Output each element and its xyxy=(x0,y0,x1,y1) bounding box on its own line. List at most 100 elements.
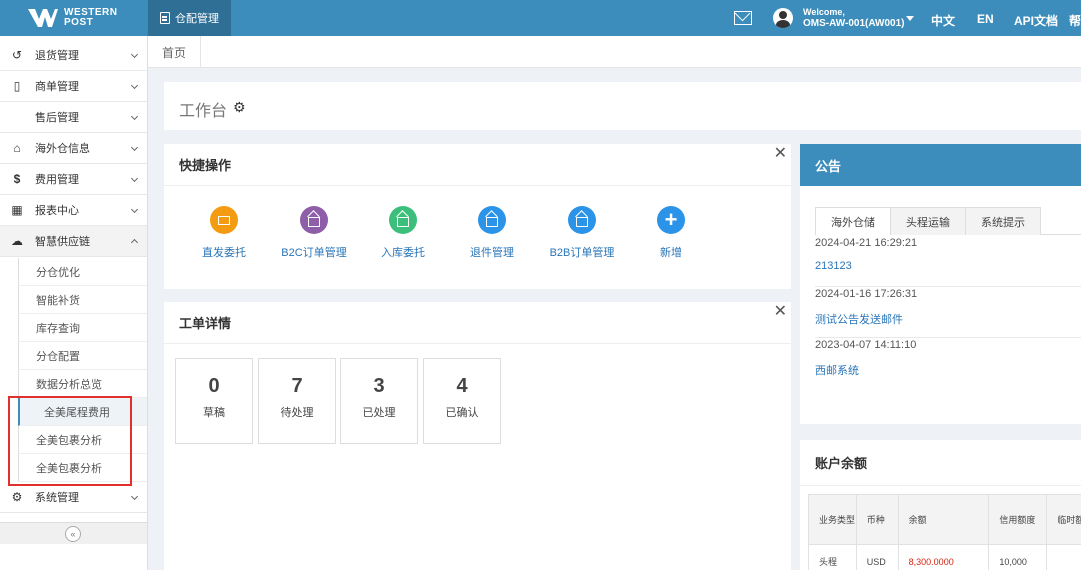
chevron-down-icon xyxy=(130,143,139,152)
notice-item: 2023-04-07 14:11:10 西邮系统 xyxy=(815,338,1081,389)
module-tab-label: 仓配管理 xyxy=(175,13,219,25)
balance-panel: 账户余额 业务类型 币种 余额 信用额度 临时额度 头程 USD 8,300.0… xyxy=(800,440,1081,570)
breadcrumb-home-tab[interactable]: 首页 xyxy=(148,36,201,68)
table-header-row: 业务类型 币种 余额 信用额度 临时额度 xyxy=(808,494,1081,545)
settings-gear-icon[interactable]: ⚙ xyxy=(233,99,246,116)
tab-system-notice[interactable]: 系统提示 xyxy=(965,207,1041,235)
notice-link[interactable]: 西邮系统 xyxy=(815,362,1081,378)
quick-inbound-delegate-button[interactable]: 入库委托 xyxy=(358,206,448,260)
page-title: 工作台 xyxy=(179,103,228,120)
tab-first-leg[interactable]: 头程运输 xyxy=(890,207,966,235)
sidebar-subitem-us-last-mile-fee[interactable]: 全美尾程费用 xyxy=(18,398,147,426)
stat-card-draft[interactable]: 0 草稿 xyxy=(175,358,253,444)
quick-b2b-orders-button[interactable]: B2B订单管理 xyxy=(537,206,627,260)
close-work-orders-icon[interactable]: ✕ xyxy=(774,301,787,321)
quick-returns-button[interactable]: 退件管理 xyxy=(447,206,537,260)
dollar-icon: $ xyxy=(13,172,21,186)
sidebar-item-label: 商单管理 xyxy=(35,81,79,93)
quick-ops-panel: 快捷操作 ✕ 直发委托 B2C订单管理 入库委托 退件管理 B2B订单管理 + … xyxy=(164,144,791,289)
sidebar-item-returns[interactable]: ↺ 退货管理 xyxy=(0,40,147,71)
gear-icon: ⚙ xyxy=(11,490,23,504)
sidebar-item-label: 海外仓信息 xyxy=(35,143,90,155)
plus-icon: + xyxy=(657,206,685,234)
sidebar: ↺ 退货管理 ▯ 商单管理 售后管理 ⌂ 海外仓信息 $ 费用管理 ▦ 报表中心… xyxy=(0,36,148,570)
house-icon xyxy=(478,206,506,234)
sidebar-subitem-data-overview[interactable]: 数据分析总览 xyxy=(18,370,147,398)
chevron-down-icon xyxy=(130,205,139,214)
quick-direct-delegate-button[interactable]: 直发委托 xyxy=(179,206,269,260)
stat-card-processed[interactable]: 3 已处理 xyxy=(340,358,418,444)
quick-add-button[interactable]: + 新增 xyxy=(626,206,716,260)
sidebar-item-label: 费用管理 xyxy=(35,174,79,186)
house-icon xyxy=(300,206,328,234)
user-menu[interactable]: Welcome, OMS-AW-001(AW001) xyxy=(803,6,904,30)
chevron-down-icon xyxy=(130,112,139,121)
close-quick-ops-icon[interactable]: ✕ xyxy=(774,143,787,163)
breadcrumb: 首页 xyxy=(148,36,1081,68)
chevron-up-icon xyxy=(130,238,139,247)
lang-zh-link[interactable]: 中文 xyxy=(931,12,955,29)
house-icon xyxy=(568,206,596,234)
welcome-text: Welcome, xyxy=(803,7,845,17)
work-orders-panel: 工单详情 ✕ 0 草稿 7 待处理 3 已处理 4 已确认 xyxy=(164,302,791,570)
logo[interactable]: WESTERN POST xyxy=(0,0,148,36)
balance-table: 业务类型 币种 余额 信用额度 临时额度 头程 USD 8,300.0000 1… xyxy=(808,494,1081,570)
sidebar-item-fees[interactable]: $ 费用管理 xyxy=(0,164,147,195)
workbench-header: 工作台 ⚙ xyxy=(164,82,1081,130)
document-icon: ▯ xyxy=(13,79,21,93)
quick-ops-title: 快捷操作 xyxy=(164,144,791,186)
logo-mark-icon xyxy=(28,9,58,27)
chevron-down-icon xyxy=(130,81,139,90)
sidebar-item-orders[interactable]: ▯ 商单管理 xyxy=(0,71,147,102)
cloud-icon: ☁ xyxy=(11,234,23,248)
notice-link[interactable]: 213123 xyxy=(815,260,1081,272)
sidebar-collapse-bar: « xyxy=(0,522,147,544)
api-docs-link[interactable]: API文档 xyxy=(1014,12,1058,29)
sidebar-subitem-warehouse-optimization[interactable]: 分仓优化 xyxy=(18,258,147,286)
chevron-down-icon xyxy=(130,492,139,501)
notice-tabs: 海外仓储 头程运输 系统提示 xyxy=(815,207,1081,235)
sidebar-subitem-us-parcel-analysis[interactable]: 全美包裹分析 xyxy=(18,426,147,454)
sidebar-item-label: 退货管理 xyxy=(35,50,79,62)
sidebar-item-overseas-warehouse[interactable]: ⌂ 海外仓信息 xyxy=(0,133,147,164)
logo-line2: POST xyxy=(64,17,94,28)
caret-down-icon[interactable] xyxy=(906,16,914,21)
sidebar-subitem-warehouse-config[interactable]: 分仓配置 xyxy=(18,342,147,370)
home-icon: ⌂ xyxy=(13,141,21,155)
chevron-down-icon xyxy=(130,50,139,59)
sidebar-item-reports[interactable]: ▦ 报表中心 xyxy=(0,195,147,226)
module-tab-warehouse[interactable]: 仓配管理 xyxy=(148,0,231,36)
tab-overseas-storage[interactable]: 海外仓储 xyxy=(815,207,891,235)
clipboard-icon xyxy=(160,12,170,24)
box-icon xyxy=(210,206,238,234)
user-name: OMS-AW-001(AW001) xyxy=(803,18,905,29)
stat-card-confirmed[interactable]: 4 已确认 xyxy=(423,358,501,444)
user-avatar-icon[interactable] xyxy=(773,8,793,28)
sidebar-item-after-sales[interactable]: 售后管理 xyxy=(0,102,147,133)
sidebar-item-smart-supply-chain[interactable]: ☁ 智慧供应链 xyxy=(0,226,147,257)
sidebar-item-label: 报表中心 xyxy=(35,205,79,217)
notice-link[interactable]: 测试公告发送邮件 xyxy=(815,311,1081,327)
notice-panel: 公告 海外仓储 头程运输 系统提示 2024-04-21 16:29:21 21… xyxy=(800,144,1081,424)
sidebar-subitem-inventory-query[interactable]: 库存查询 xyxy=(18,314,147,342)
work-orders-title: 工单详情 xyxy=(164,302,791,344)
house-icon xyxy=(389,206,417,234)
table-row: 头程 USD 8,300.0000 10,000 xyxy=(808,544,1081,570)
help-link[interactable]: 帮 xyxy=(1069,12,1081,29)
stat-card-pending[interactable]: 7 待处理 xyxy=(258,358,336,444)
refresh-icon: ↺ xyxy=(11,48,23,62)
sidebar-item-label: 系统管理 xyxy=(35,492,79,504)
sidebar-item-system[interactable]: ⚙ 系统管理 xyxy=(0,482,147,513)
quick-b2c-orders-button[interactable]: B2C订单管理 xyxy=(269,206,359,260)
sidebar-subitem-us-parcel-analysis-2[interactable]: 全美包裹分析 xyxy=(18,454,147,482)
notice-item: 2024-01-16 17:26:31 测试公告发送邮件 xyxy=(815,287,1081,338)
collapse-sidebar-button[interactable]: « xyxy=(65,526,81,542)
table-icon: ▦ xyxy=(11,203,23,217)
balance-title: 账户余额 xyxy=(800,440,1081,486)
top-bar: WESTERN POST 仓配管理 Welcome, OMS-AW-001(AW… xyxy=(0,0,1081,36)
mail-icon[interactable] xyxy=(734,11,752,25)
notice-item: 2024-04-21 16:29:21 213123 xyxy=(815,236,1081,287)
lang-en-link[interactable]: EN xyxy=(977,12,994,26)
sidebar-item-label: 智慧供应链 xyxy=(35,236,90,248)
sidebar-subitem-smart-replenishment[interactable]: 智能补货 xyxy=(18,286,147,314)
